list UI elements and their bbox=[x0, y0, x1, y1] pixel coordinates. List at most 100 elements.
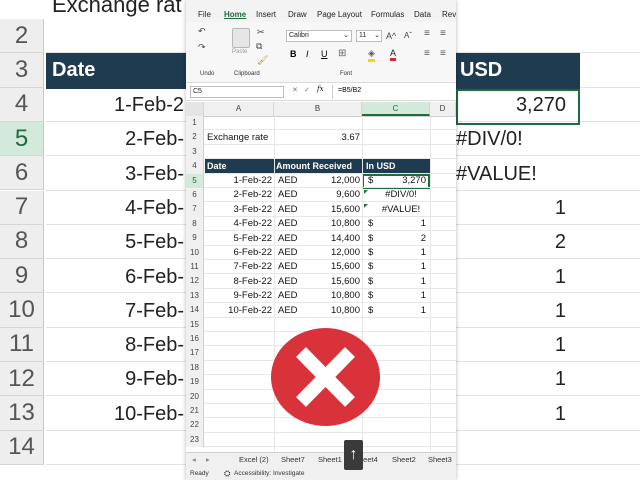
row-header-10[interactable]: 10 bbox=[186, 245, 204, 260]
cell-usd-value[interactable]: 1 bbox=[376, 275, 426, 289]
menu-data[interactable]: Data bbox=[414, 10, 431, 19]
fx-icon[interactable]: fx bbox=[317, 85, 324, 93]
cell-date[interactable]: 2-Feb-22 bbox=[205, 188, 272, 202]
row-header-13[interactable]: 13 bbox=[186, 288, 204, 304]
cell-date[interactable]: 5-Feb-22 bbox=[205, 232, 272, 246]
align-top-icon[interactable]: ≡ bbox=[424, 28, 430, 39]
row-header-14[interactable]: 14 bbox=[186, 303, 204, 318]
status-accessibility[interactable]: Accessibility: Investigate bbox=[234, 470, 304, 477]
italic-button[interactable]: I bbox=[306, 49, 309, 59]
menu-file[interactable]: File bbox=[198, 10, 211, 19]
row-header-17[interactable]: 17 bbox=[186, 346, 204, 361]
bold-button[interactable]: B bbox=[290, 49, 297, 59]
decrease-font-icon[interactable]: Aˇ bbox=[404, 31, 412, 40]
cell-amount[interactable]: 12,000 bbox=[306, 246, 360, 260]
cell-amount[interactable]: 9,600 bbox=[306, 188, 360, 202]
cell-usd-symbol[interactable]: $ bbox=[368, 260, 373, 274]
undo-icon[interactable]: ↶ bbox=[198, 26, 206, 37]
tab-sheet1[interactable]: Sheet1 bbox=[318, 455, 342, 464]
cell-usd-symbol[interactable]: $ bbox=[368, 289, 373, 303]
row-header-12[interactable]: 12 bbox=[186, 274, 204, 289]
menu-formulas[interactable]: Formulas bbox=[371, 10, 404, 19]
cancel-icon[interactable]: ✕ bbox=[292, 86, 298, 94]
cell-usd-symbol[interactable]: $ bbox=[368, 246, 373, 260]
cell-date[interactable]: 10-Feb-22 bbox=[205, 304, 272, 318]
cell-usd-value[interactable]: 1 bbox=[376, 246, 426, 260]
menu-draw[interactable]: Draw bbox=[288, 10, 307, 19]
cell-usd-symbol[interactable]: $ bbox=[368, 275, 373, 289]
row-header-16[interactable]: 16 bbox=[186, 332, 204, 347]
cell-usd-value[interactable]: 1 bbox=[376, 304, 426, 318]
align-middle-icon[interactable]: ≡ bbox=[440, 28, 446, 39]
col-header-d[interactable]: D bbox=[430, 102, 456, 116]
cell-currency[interactable]: AED bbox=[278, 232, 298, 246]
copy-icon[interactable]: ⧉ bbox=[256, 41, 262, 52]
row-header-15[interactable]: 15 bbox=[186, 317, 204, 332]
cell-amount[interactable]: 12,000 bbox=[306, 174, 360, 188]
row-header-5[interactable]: 5 bbox=[186, 173, 204, 188]
row-header-20[interactable]: 20 bbox=[186, 389, 204, 404]
cell-date[interactable]: 7-Feb-22 bbox=[205, 260, 272, 274]
row-header-18[interactable]: 18 bbox=[186, 360, 204, 376]
scroll-up-arrow-icon[interactable]: ↑ bbox=[344, 440, 363, 470]
font-size-box[interactable]: 11 ⌄ bbox=[356, 30, 382, 42]
row-header-23[interactable]: 23 bbox=[186, 432, 204, 448]
cell-usd-value[interactable]: 1 bbox=[376, 217, 426, 231]
format-painter-icon[interactable]: 🖌 bbox=[257, 55, 268, 66]
cell-usd-error[interactable]: #DIV/0! bbox=[376, 188, 426, 202]
menu-home[interactable]: Home bbox=[224, 10, 246, 19]
menu-review[interactable]: Rev bbox=[442, 10, 456, 19]
cell-currency[interactable]: AED bbox=[278, 260, 298, 274]
tab-scroll-right-icon[interactable]: ▸ bbox=[206, 455, 210, 464]
row-header-9[interactable]: 9 bbox=[186, 231, 204, 246]
align-center-icon[interactable]: ≡ bbox=[440, 48, 446, 59]
cell-currency[interactable]: AED bbox=[278, 188, 298, 202]
cell-date[interactable]: 1-Feb-22 bbox=[205, 174, 272, 188]
col-header-c[interactable]: C bbox=[362, 102, 430, 116]
cell-usd-error[interactable]: #VALUE! bbox=[376, 203, 426, 217]
select-all-corner[interactable] bbox=[186, 102, 204, 116]
cell-currency[interactable]: AED bbox=[278, 174, 298, 188]
name-box[interactable]: C5 bbox=[190, 86, 284, 98]
row-header-4[interactable]: 4 bbox=[186, 159, 204, 174]
redo-icon[interactable]: ↷ bbox=[198, 42, 206, 53]
menu-page-layout[interactable]: Page Layout bbox=[317, 10, 362, 19]
cell-currency[interactable]: AED bbox=[278, 203, 298, 217]
font-name-box[interactable]: Calibri ⌄ bbox=[286, 30, 352, 42]
cell-usd-symbol[interactable]: $ bbox=[368, 232, 373, 246]
tab-sheet2[interactable]: Sheet2 bbox=[392, 455, 416, 464]
cell-amount[interactable]: 14,400 bbox=[306, 232, 360, 246]
menu-insert[interactable]: Insert bbox=[256, 10, 276, 19]
col-header-b[interactable]: B bbox=[274, 102, 362, 116]
row-header-11[interactable]: 11 bbox=[186, 260, 204, 275]
tab-sheet7[interactable]: Sheet7 bbox=[281, 455, 305, 464]
cell-date[interactable]: 3-Feb-22 bbox=[205, 203, 272, 217]
cell-date[interactable]: 8-Feb-22 bbox=[205, 275, 272, 289]
error-indicator-c7[interactable] bbox=[364, 204, 368, 208]
cell-currency[interactable]: AED bbox=[278, 304, 298, 318]
cell-currency[interactable]: AED bbox=[278, 289, 298, 303]
row-header-8[interactable]: 8 bbox=[186, 216, 204, 232]
cut-icon[interactable]: ✂ bbox=[257, 27, 265, 38]
col-header-a[interactable]: A bbox=[204, 102, 274, 116]
tab-scroll-left-icon[interactable]: ◂ bbox=[192, 455, 196, 464]
row-header-3[interactable]: 3 bbox=[186, 144, 204, 160]
cell-currency[interactable]: AED bbox=[278, 246, 298, 260]
paste-icon[interactable] bbox=[232, 28, 250, 48]
cell-usd-symbol[interactable]: $ bbox=[368, 174, 373, 188]
cell-usd-symbol[interactable]: $ bbox=[368, 304, 373, 318]
row-header-6[interactable]: 6 bbox=[186, 188, 204, 203]
cell-date[interactable]: 9-Feb-22 bbox=[205, 289, 272, 303]
cell-usd-symbol[interactable]: $ bbox=[368, 217, 373, 231]
cell-currency[interactable]: AED bbox=[278, 275, 298, 289]
underline-button[interactable]: U bbox=[321, 49, 328, 59]
row-header-22[interactable]: 22 bbox=[186, 418, 204, 433]
row-header-21[interactable]: 21 bbox=[186, 404, 204, 419]
error-indicator-c6[interactable] bbox=[364, 190, 368, 194]
cell-amount[interactable]: 10,800 bbox=[306, 304, 360, 318]
enter-icon[interactable]: ✓ bbox=[304, 86, 310, 94]
cell-amount[interactable]: 15,600 bbox=[306, 275, 360, 289]
row-header-7[interactable]: 7 bbox=[186, 202, 204, 217]
cell-date[interactable]: 4-Feb-22 bbox=[205, 217, 272, 231]
increase-font-icon[interactable]: A^ bbox=[386, 31, 396, 41]
